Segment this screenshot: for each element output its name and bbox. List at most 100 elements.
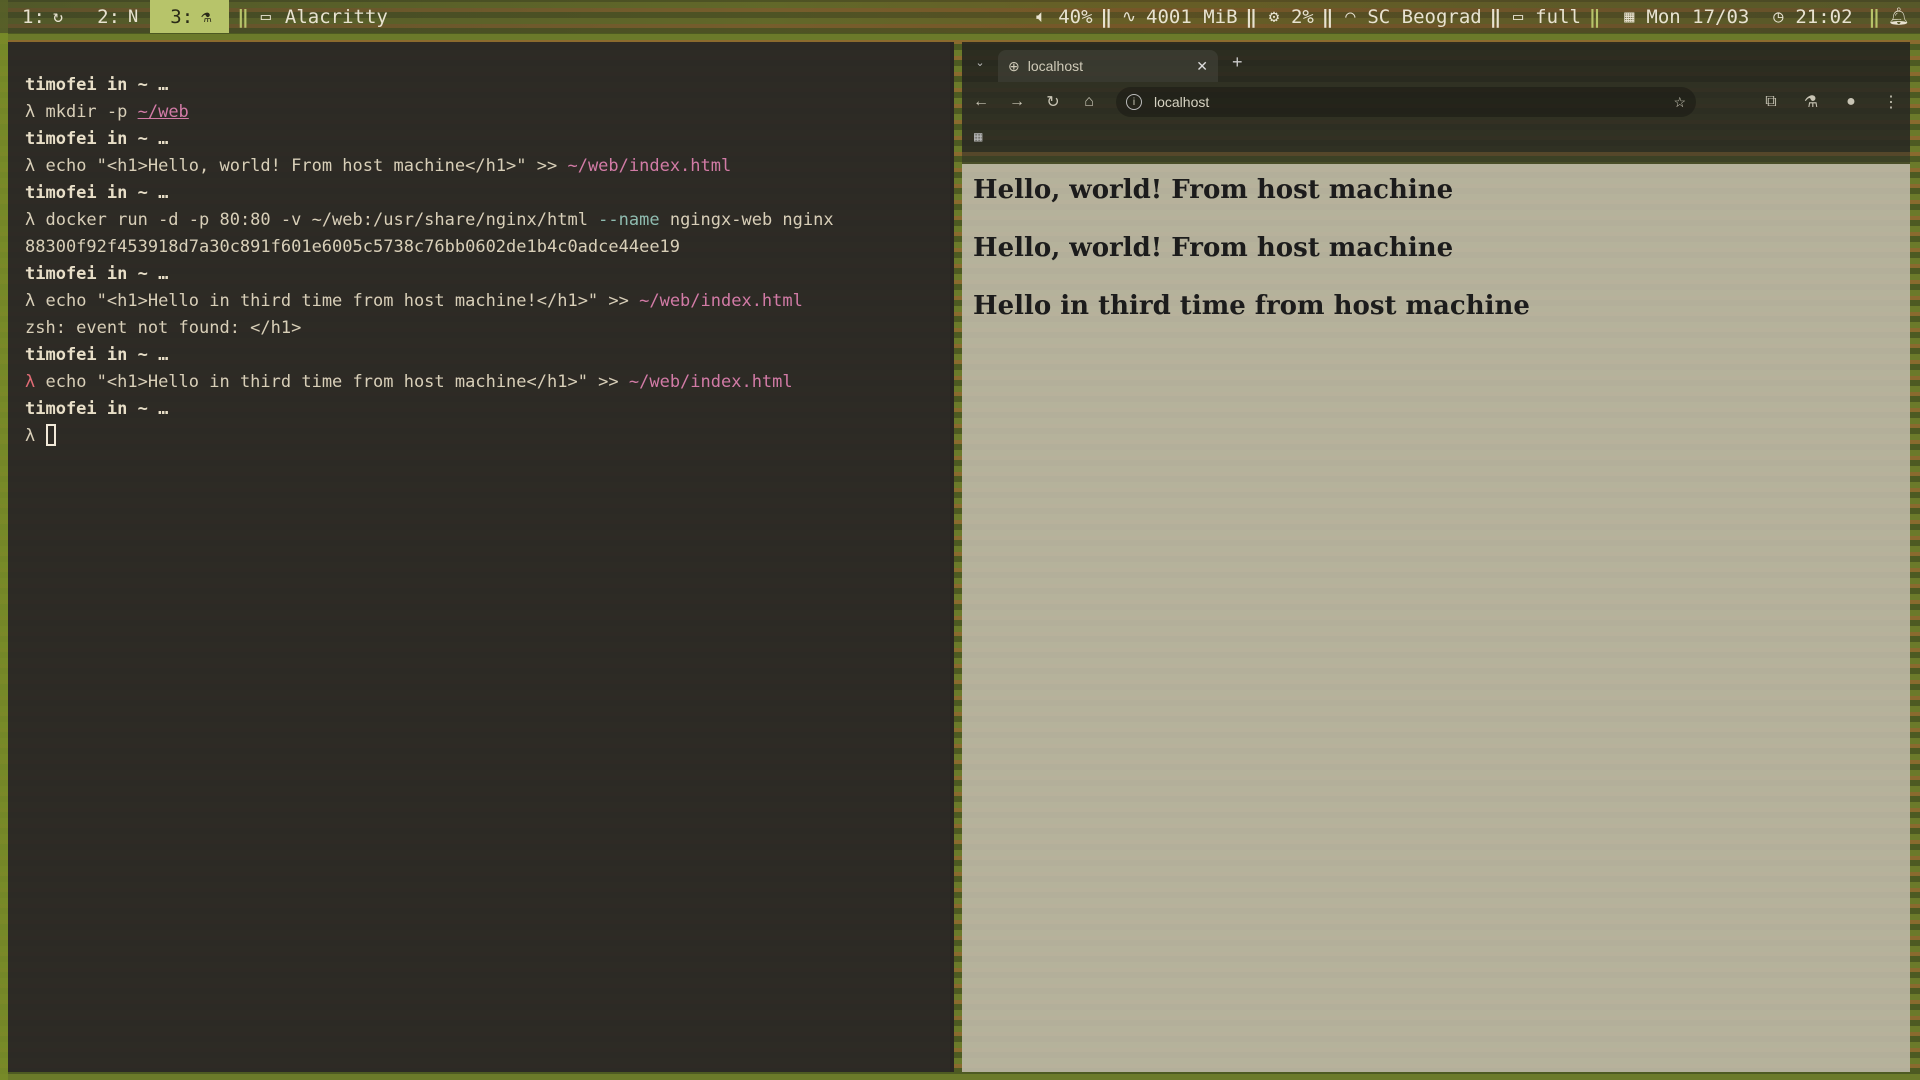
workspace-1[interactable]: 1: ↻ — [0, 0, 75, 33]
extensions-icon[interactable]: ⧉ — [1762, 93, 1780, 111]
tab-strip: ⌄ ⊕ localhost ✕ + — [962, 42, 1910, 82]
wifi-ssid: SC Beograd — [1367, 5, 1482, 28]
prompt-user: timofei — [25, 183, 97, 203]
apps-grid-icon[interactable]: ▦ — [974, 129, 982, 145]
separator: ‖ — [237, 5, 249, 28]
separator: ‖ — [1245, 5, 1257, 28]
prompt-symbol: λ — [25, 426, 36, 446]
tab-localhost[interactable]: ⊕ localhost ✕ — [998, 50, 1218, 82]
new-tab-button[interactable]: + — [1232, 52, 1243, 73]
prompt-symbol: λ — [25, 210, 36, 230]
separator: ‖ — [1321, 5, 1334, 28]
bookmarks-bar: ▦ — [962, 122, 1910, 152]
prompt-line: timofei in ~ … — [25, 342, 950, 369]
prompt-dir: in ~ … — [96, 264, 169, 284]
command-line: λ docker run -d -p 80:80 -v ~/web:/usr/s… — [25, 207, 950, 234]
forward-icon[interactable]: → — [1008, 93, 1026, 111]
battery-icon: ▭ — [1513, 6, 1524, 27]
prompt-line: timofei in ~ … — [25, 180, 950, 207]
cpu-module[interactable]: ⚙ 2% — [1265, 6, 1314, 28]
input-line[interactable]: λ — [25, 423, 950, 450]
page-heading: Hello, world! From host machine — [973, 175, 1454, 205]
bell-icon[interactable]: 🔔︎ — [1888, 7, 1910, 27]
reload-icon[interactable]: ↻ — [1044, 92, 1062, 112]
home-icon[interactable]: ⌂ — [1080, 93, 1098, 111]
separator: ‖ — [1100, 5, 1113, 28]
prompt-line: timofei in ~ … — [25, 126, 950, 153]
pulse-icon: ∿ — [1121, 6, 1137, 27]
cpu-value: 2% — [1290, 5, 1314, 28]
command-line: λ mkdir -p ~/web — [25, 99, 950, 126]
command-text: echo "<h1>Hello, world! From host machin… — [35, 156, 568, 176]
prompt-user: timofei — [25, 75, 97, 95]
speaker-icon: 🔈︎ — [1036, 6, 1047, 27]
command-path: ~/web/index.html — [567, 156, 732, 176]
terminal-window[interactable]: timofei in ~ … λ mkdir -p ~/web timofei … — [8, 42, 954, 1072]
bookmark-star-icon[interactable]: ☆ — [1673, 94, 1686, 111]
workspace-3[interactable]: 3: ⚗ — [150, 0, 230, 33]
prompt-symbol: λ — [25, 372, 36, 392]
prompt-user: timofei — [25, 345, 97, 365]
prompt-dir: in ~ … — [96, 345, 169, 365]
window-title: ▭ Alacritty — [257, 6, 388, 28]
prompt-dir: in ~ … — [96, 399, 169, 419]
globe-icon: ⊕ — [1008, 57, 1020, 74]
workspace-label: 3: — [170, 5, 194, 28]
command-text: mkdir -p — [35, 102, 138, 122]
separator: ‖ — [1868, 5, 1880, 28]
prompt-symbol: λ — [25, 291, 36, 311]
address-bar[interactable]: i localhost ☆ — [1116, 87, 1696, 117]
window-icon: ▭ — [260, 6, 271, 27]
output-line: 88300f92f453918d7a30c891f601e6005c5738c7… — [25, 237, 681, 257]
prompt-symbol: λ — [25, 102, 36, 122]
prompt-user: timofei — [25, 399, 97, 419]
prompt-line: timofei in ~ … — [25, 396, 950, 423]
prompt-line: timofei in ~ … — [25, 72, 950, 99]
clock-icon: ◷ — [1773, 6, 1784, 27]
prompt-user: timofei — [25, 129, 97, 149]
workspace-label: 1: — [22, 5, 45, 28]
calendar-icon: ▦ — [1624, 6, 1635, 27]
command-text: echo "<h1>Hello in third time from host … — [35, 372, 629, 392]
browser-window: ⌄ ⊕ localhost ✕ + ← → ↻ ⌂ i localhost ☆ … — [962, 42, 1910, 1072]
date-value: Mon 17/03 — [1646, 5, 1750, 28]
command-path: ~/web — [137, 102, 189, 122]
command-path: ~/web/index.html — [639, 291, 803, 311]
url-text: localhost — [1154, 94, 1210, 110]
close-tab-icon[interactable]: ✕ — [1196, 58, 1208, 75]
cpu-icon: ⚙ — [1268, 6, 1280, 27]
menu-kebab-icon[interactable]: ⋮ — [1882, 92, 1900, 112]
labs-flask-icon[interactable]: ⚗ — [1802, 92, 1820, 112]
flask-icon: ⚗ — [201, 6, 212, 27]
command-line: λ echo "<h1>Hello, world! From host mach… — [25, 153, 950, 180]
date-module[interactable]: ▦ Mon 17/03 — [1620, 6, 1749, 28]
wifi-icon: ◠ — [1345, 6, 1356, 27]
back-icon[interactable]: ← — [972, 93, 990, 111]
volume-module[interactable]: 🔈︎ 40% — [1032, 6, 1092, 28]
status-modules: 🔈︎ 40% ‖ ∿ 4001 MiB ‖ ⚙ 2% ‖ ◠ SC Beogra… — [1032, 6, 1920, 28]
error-line: zsh: event not found: </h1> — [25, 318, 302, 338]
toolbar-actions: ⧉ ⚗ ● ⋮ — [1762, 92, 1900, 112]
command-text: docker run -d -p 80:80 -v ~/web:/usr/sha… — [35, 210, 599, 230]
page-heading: Hello in third time from host machine — [973, 291, 1530, 321]
wifi-module[interactable]: ◠ SC Beograd — [1341, 5, 1482, 28]
notion-icon: N — [128, 6, 139, 27]
site-info-icon[interactable]: i — [1126, 94, 1142, 110]
prompt-line: timofei in ~ … — [25, 261, 950, 288]
terminal-cursor — [45, 424, 56, 446]
command-line: λ echo "<h1>Hello in third time from hos… — [25, 369, 950, 396]
command-line: λ echo "<h1>Hello in third time from hos… — [25, 288, 950, 315]
battery-module[interactable]: ▭ full — [1509, 6, 1581, 28]
separator: ‖ — [1489, 5, 1502, 28]
clock-module[interactable]: ◷ 21:02 — [1769, 6, 1852, 28]
volume-value: 40% — [1058, 5, 1093, 28]
workspace-2[interactable]: 2: N — [75, 0, 150, 33]
profile-icon[interactable]: ● — [1842, 93, 1860, 111]
command-text: ngingx-web nginx — [659, 210, 834, 230]
prompt-symbol: λ — [25, 156, 36, 176]
navigation-bar: ← → ↻ ⌂ i localhost ☆ ⧉ ⚗ ● ⋮ — [962, 82, 1910, 122]
tab-search-chevron-icon[interactable]: ⌄ — [962, 56, 998, 69]
memory-module[interactable]: ∿ 4001 MiB — [1120, 6, 1238, 28]
workspace-label: 2: — [97, 5, 121, 28]
command-text: echo "<h1>Hello in third time from host … — [35, 291, 640, 311]
